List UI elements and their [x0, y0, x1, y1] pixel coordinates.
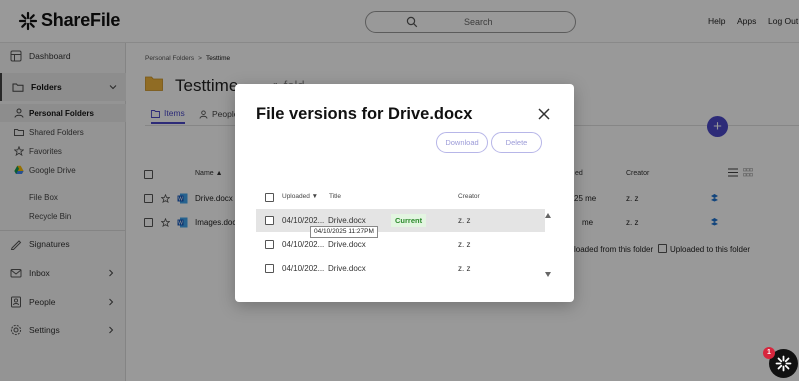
version-uploaded: 04/10/202...: [282, 216, 325, 225]
version-uploaded: 04/10/202...: [282, 264, 325, 273]
version-uploaded: 04/10/202...: [282, 240, 325, 249]
version-row[interactable]: 04/10/202... Drive.docx z. z: [256, 257, 545, 280]
version-title: Drive.docx: [328, 216, 366, 225]
version-row[interactable]: 04/10/202... Drive.docx z. z: [256, 233, 545, 256]
scroll-up-arrow-icon[interactable]: [545, 213, 551, 218]
version-row[interactable]: 04/10/202... Drive.docx Current z. z: [256, 209, 545, 232]
version-checkbox[interactable]: [265, 264, 274, 273]
upload-date-tooltip: 04/10/2025 11:27PM: [310, 226, 378, 238]
column-header-uploaded[interactable]: Uploaded ▼: [282, 193, 318, 200]
file-versions-dialog: File versions for Drive.docx Download De…: [235, 84, 574, 302]
delete-button[interactable]: Delete: [491, 132, 542, 153]
version-title: Drive.docx: [328, 264, 366, 273]
scroll-down-arrow-icon[interactable]: [545, 272, 551, 277]
version-checkbox[interactable]: [265, 216, 274, 225]
download-button[interactable]: Download: [436, 132, 488, 153]
version-creator: z. z: [458, 240, 471, 249]
dialog-title: File versions for Drive.docx: [256, 105, 473, 123]
current-version-badge: Current: [391, 214, 427, 227]
notification-badge: 1: [763, 347, 775, 359]
column-header-creator[interactable]: Creator: [458, 193, 480, 200]
version-checkbox[interactable]: [265, 240, 274, 249]
version-creator: z. z: [458, 264, 471, 273]
column-header-title[interactable]: Title: [329, 193, 341, 200]
sharefile-assistant-icon: [775, 355, 792, 372]
version-title: Drive.docx: [328, 240, 366, 249]
close-icon[interactable]: [537, 107, 551, 121]
version-creator: z. z: [458, 216, 471, 225]
select-all-versions-checkbox[interactable]: [265, 193, 274, 202]
